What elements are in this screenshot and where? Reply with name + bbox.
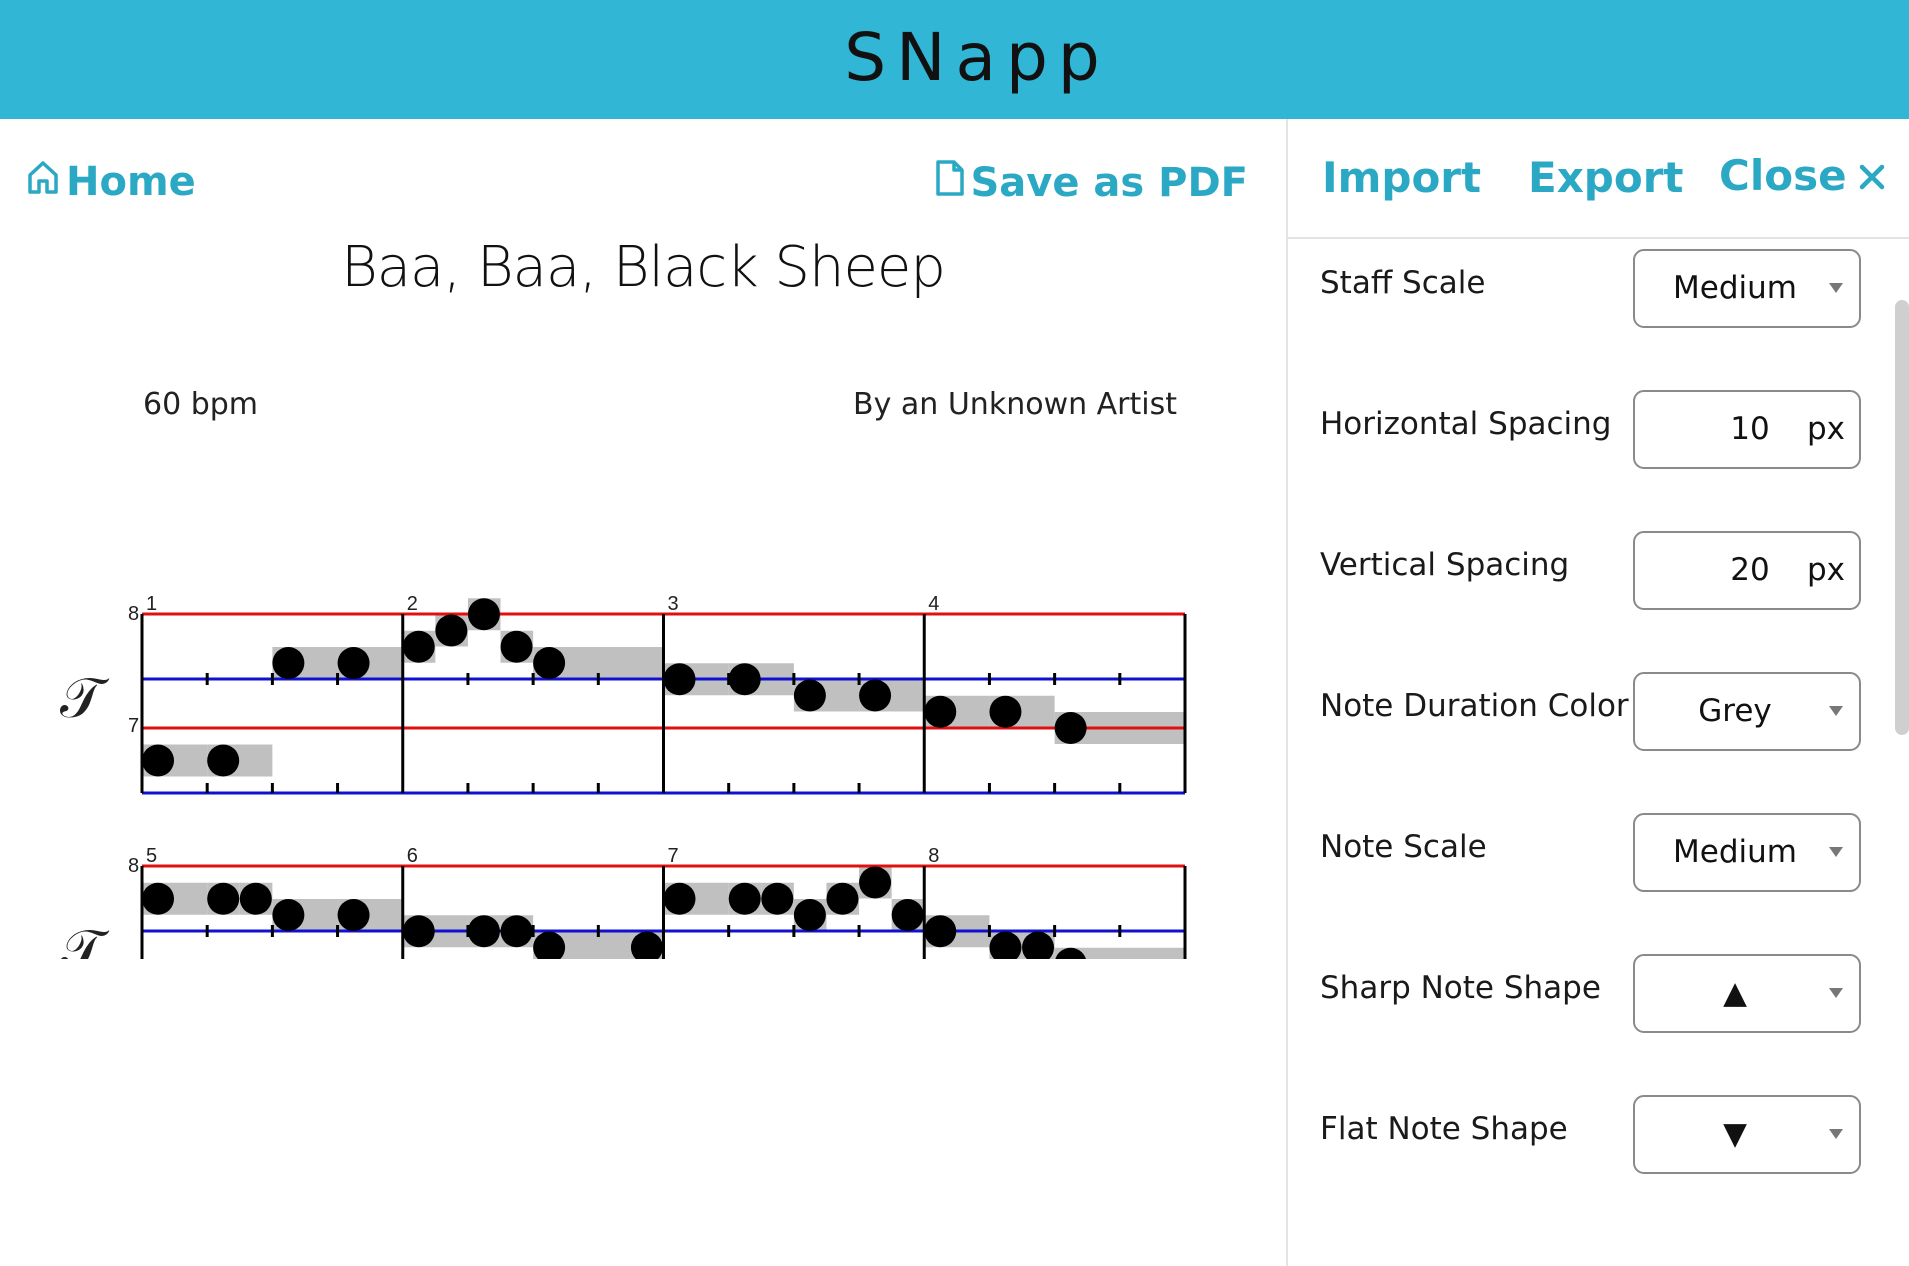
setting-unit: px bbox=[1806, 552, 1845, 588]
setting-value: 20 bbox=[1730, 552, 1770, 588]
close-icon bbox=[1859, 151, 1885, 200]
octave-label: 8 bbox=[128, 603, 139, 625]
treble-clef-symbol: 𝒯 bbox=[60, 666, 110, 731]
setting-label: Vertical Spacing bbox=[1320, 547, 1570, 583]
panel-scrollbar[interactable] bbox=[1895, 300, 1909, 735]
note-head bbox=[207, 744, 240, 777]
note-head bbox=[859, 866, 892, 899]
note-head bbox=[337, 899, 370, 931]
note-head bbox=[272, 647, 305, 679]
setting-label: Sharp Note Shape bbox=[1320, 970, 1601, 1006]
document-icon bbox=[935, 159, 965, 207]
note-head bbox=[761, 882, 794, 915]
artist-label: By an Unknown Artist bbox=[853, 387, 1177, 422]
export-tab[interactable]: Export bbox=[1528, 153, 1684, 202]
setting-value: 10 bbox=[1730, 411, 1770, 447]
setting-select[interactable]: ▲ bbox=[1633, 954, 1861, 1033]
chevron-down-icon bbox=[1829, 847, 1843, 857]
setting-number-input[interactable]: 10 px bbox=[1633, 390, 1861, 469]
note-head bbox=[793, 679, 826, 712]
note-head bbox=[533, 647, 566, 679]
note-head bbox=[337, 647, 370, 679]
import-tab[interactable]: Import bbox=[1322, 153, 1481, 202]
music-score: 123487𝒯567887𝒯 bbox=[60, 593, 1187, 959]
panel-header: Import Export Close bbox=[1288, 119, 1909, 239]
measure-number: 6 bbox=[407, 845, 418, 867]
note-head bbox=[500, 915, 533, 948]
close-button[interactable]: Close bbox=[1719, 151, 1885, 200]
chevron-down-icon bbox=[1829, 706, 1843, 716]
octave-label: 8 bbox=[128, 855, 139, 877]
measure-number: 2 bbox=[407, 593, 418, 615]
note-head bbox=[924, 915, 957, 948]
note-head bbox=[924, 695, 957, 728]
setting-label: Note Duration Color bbox=[1320, 688, 1629, 724]
measure-number: 8 bbox=[928, 845, 939, 867]
note-head bbox=[467, 598, 500, 631]
app-title: SNapp bbox=[844, 19, 1110, 96]
setting-label: Staff Scale bbox=[1320, 265, 1486, 301]
note-head bbox=[826, 882, 859, 915]
home-icon bbox=[26, 159, 60, 205]
note-head bbox=[435, 614, 468, 647]
note-head bbox=[402, 630, 435, 663]
tempo-label: 60 bpm bbox=[143, 387, 259, 422]
chevron-down-icon bbox=[1829, 988, 1843, 998]
save-pdf-label: Save as PDF bbox=[970, 160, 1249, 206]
note-head bbox=[728, 882, 761, 915]
song-title: Baa, Baa, Black Sheep bbox=[341, 235, 946, 300]
measure-number: 1 bbox=[146, 593, 157, 615]
measure-number: 4 bbox=[928, 593, 939, 615]
setting-number-input[interactable]: 20 px bbox=[1633, 531, 1861, 610]
note-head bbox=[402, 915, 435, 948]
setting-value: Medium bbox=[1673, 834, 1797, 870]
note-head bbox=[467, 915, 500, 948]
note-head bbox=[663, 882, 696, 915]
setting-label: Horizontal Spacing bbox=[1320, 406, 1612, 442]
note-head bbox=[207, 882, 240, 915]
note-head bbox=[891, 899, 924, 931]
note-head bbox=[728, 663, 761, 696]
setting-select[interactable]: Grey bbox=[1633, 672, 1861, 751]
measure-number: 7 bbox=[668, 845, 679, 867]
note-head bbox=[989, 695, 1022, 728]
setting-select[interactable]: Medium bbox=[1633, 249, 1861, 328]
treble-clef-symbol: 𝒯 bbox=[60, 918, 110, 959]
note-head bbox=[1054, 712, 1087, 744]
measure-number: 3 bbox=[668, 593, 679, 615]
home-label: Home bbox=[66, 159, 196, 205]
save-pdf-link[interactable]: Save as PDF bbox=[935, 159, 1249, 207]
note-head bbox=[500, 630, 533, 663]
note-head bbox=[272, 899, 305, 931]
main-area: Home Save as PDF Baa, Baa, Black Sheep 6… bbox=[0, 119, 1286, 1266]
note-head bbox=[239, 882, 272, 915]
note-head bbox=[142, 744, 174, 777]
setting-value: ▲ bbox=[1723, 975, 1747, 1011]
setting-select[interactable]: ▼ bbox=[1633, 1095, 1861, 1174]
note-head bbox=[859, 679, 892, 712]
note-head bbox=[142, 882, 174, 915]
chevron-down-icon bbox=[1829, 1129, 1843, 1139]
close-label: Close bbox=[1719, 151, 1847, 200]
setting-label: Note Scale bbox=[1320, 829, 1487, 865]
app-header: SNapp bbox=[0, 0, 1909, 119]
home-link[interactable]: Home bbox=[26, 159, 196, 205]
note-head bbox=[793, 899, 826, 931]
chevron-down-icon bbox=[1829, 283, 1843, 293]
settings-panel: Import Export Close Staff Scale Medium Hor… bbox=[1288, 119, 1909, 1266]
setting-unit: px bbox=[1806, 411, 1845, 447]
note-head bbox=[663, 663, 696, 696]
setting-value: ▼ bbox=[1723, 1116, 1747, 1152]
octave-label: 7 bbox=[128, 715, 139, 737]
setting-select[interactable]: Medium bbox=[1633, 813, 1861, 892]
setting-label: Flat Note Shape bbox=[1320, 1111, 1568, 1147]
setting-value: Medium bbox=[1673, 270, 1797, 306]
measure-number: 5 bbox=[146, 845, 157, 867]
setting-value: Grey bbox=[1698, 693, 1772, 729]
